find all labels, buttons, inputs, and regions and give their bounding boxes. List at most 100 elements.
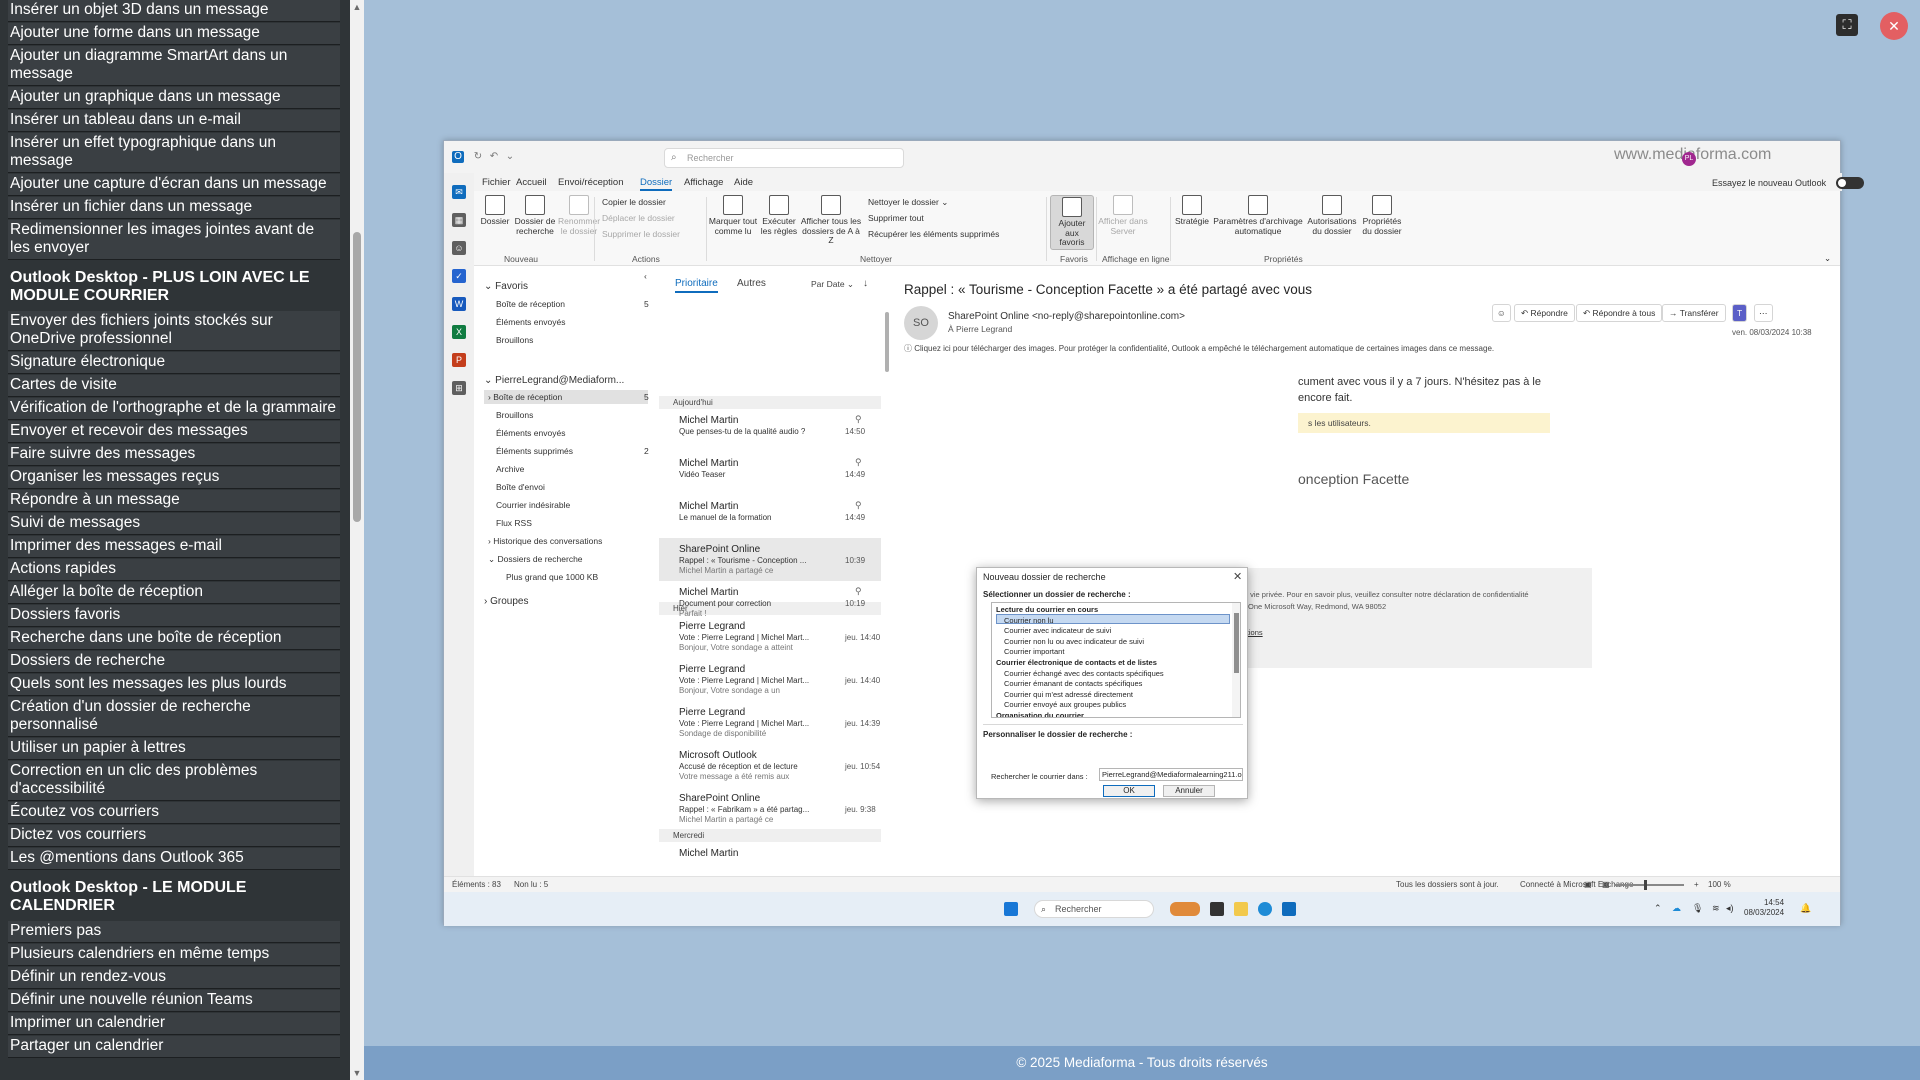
- message-item[interactable]: SharePoint Online Rappel : « Tourisme - C…: [659, 538, 881, 581]
- forward-button[interactable]: → Transférer: [1662, 304, 1726, 322]
- folder-properties-button[interactable]: Propriétés du dossier: [1360, 195, 1404, 236]
- course-link[interactable]: Ajouter un diagramme SmartArt dans un me…: [8, 46, 340, 86]
- sync-icon[interactable]: ↻: [472, 151, 484, 163]
- list-option[interactable]: Courrier envoyé aux groupes publics: [1004, 700, 1126, 709]
- taskbar-search[interactable]: ⌕ Rechercher: [1034, 900, 1154, 918]
- excel-icon[interactable]: X: [452, 325, 466, 339]
- undo-icon[interactable]: ↶: [488, 151, 500, 163]
- edge-icon[interactable]: [1258, 902, 1272, 916]
- favorites-header[interactable]: ⌄ Favoris: [484, 281, 528, 292]
- course-link[interactable]: Insérer un objet 3D dans un message: [8, 0, 340, 22]
- new-folder-button[interactable]: Dossier: [478, 195, 512, 227]
- course-link[interactable]: Ajouter une forme dans un message: [8, 23, 340, 45]
- teams-icon[interactable]: T: [1732, 304, 1748, 322]
- list-scrollbar[interactable]: [1232, 603, 1240, 717]
- course-link[interactable]: Suivi de messages: [8, 513, 340, 535]
- archive-settings-button[interactable]: Paramètres d'archivage automatique: [1212, 195, 1304, 236]
- scrollbar-thumb[interactable]: [885, 312, 889, 372]
- message-item[interactable]: Pierre Legrand Vote : Pierre Legrand | Mi…: [659, 615, 881, 658]
- message-item[interactable]: Pierre Legrand Vote : Pierre Legrand | Mi…: [659, 701, 881, 744]
- message-item[interactable]: Michel Martin Que penses-tu de la qualité…: [659, 409, 881, 452]
- course-link[interactable]: Actions rapides: [8, 559, 340, 581]
- add-to-favorites-button[interactable]: Ajouter aux favoris: [1050, 195, 1094, 250]
- course-link[interactable]: Utiliser un papier à lettres: [8, 738, 340, 760]
- list-option[interactable]: Courrier non lu: [1004, 616, 1054, 625]
- new-outlook-toggle[interactable]: [1836, 177, 1864, 189]
- date-group-header[interactable]: Aujourd'hui: [659, 396, 881, 409]
- volume-icon[interactable]: ◂): [1726, 903, 1734, 914]
- microphone-icon[interactable]: 🎙: [1692, 903, 1703, 914]
- list-option[interactable]: Courrier échangé avec des contacts spéci…: [1004, 669, 1164, 678]
- collapse-ribbon-icon[interactable]: ⌄: [1824, 253, 1831, 264]
- quick-access-icon[interactable]: ⌄: [504, 151, 516, 163]
- menu-affichage[interactable]: Affichage: [684, 177, 723, 188]
- sort-direction-icon[interactable]: ↓: [863, 278, 868, 289]
- date-group-header[interactable]: Mercredi: [659, 829, 881, 842]
- delete-all-button[interactable]: Supprimer tout: [868, 213, 924, 223]
- course-link[interactable]: Vérification de l'orthographe et de la g…: [8, 398, 340, 420]
- folder-item[interactable]: › Historique des conversations: [488, 536, 602, 546]
- sidebar-scrollbar[interactable]: ▲ ▼: [350, 0, 364, 1080]
- course-link[interactable]: Organiser les messages reçus: [8, 467, 340, 489]
- scroll-down-icon[interactable]: ▼: [352, 1068, 362, 1078]
- message-item[interactable]: Microsoft Outlook Accusé de réception et …: [659, 744, 881, 787]
- image-download-info[interactable]: ⓘ Cliquez ici pour télécharger des image…: [904, 343, 1494, 354]
- show-in-server-button[interactable]: Afficher dans Server: [1098, 195, 1148, 236]
- folder-item[interactable]: Boîte de réception: [496, 299, 565, 309]
- menu-envoi-reception[interactable]: Envoi/réception: [558, 177, 623, 188]
- course-link[interactable]: Dictez vos courriers: [8, 825, 340, 847]
- folder-item[interactable]: ⌄ Dossiers de recherche: [488, 554, 583, 565]
- folder-item[interactable]: Éléments envoyés: [496, 317, 565, 327]
- course-link[interactable]: Imprimer un calendrier: [8, 1013, 340, 1035]
- collapse-pane-icon[interactable]: ‹: [644, 271, 647, 281]
- tab-autres[interactable]: Autres: [737, 278, 766, 289]
- list-option[interactable]: Courrier qui m'est adressé directement: [1004, 690, 1133, 699]
- notification-bell-icon[interactable]: 🔔: [1800, 903, 1811, 914]
- reply-all-button[interactable]: ↶ Répondre à tous: [1576, 304, 1663, 322]
- close-video-icon[interactable]: ✕: [1880, 12, 1908, 40]
- avatar[interactable]: PL: [1682, 152, 1696, 166]
- calendar-icon[interactable]: ▦: [452, 213, 466, 227]
- message-item[interactable]: Michel Martin Le manuel de la formation 14…: [659, 495, 881, 538]
- course-link[interactable]: Recherche dans une boîte de réception: [8, 628, 340, 650]
- policy-button[interactable]: Stratégie: [1174, 195, 1210, 227]
- message-item[interactable]: Michel Martin Vidéo Teaser 14:49 ⚲: [659, 452, 881, 495]
- folder-item[interactable]: Éléments envoyés: [496, 428, 565, 438]
- course-link[interactable]: Insérer un fichier dans un message: [8, 197, 340, 219]
- list-option[interactable]: Courrier avec indicateur de suivi: [1004, 626, 1111, 635]
- reading-view-icon[interactable]: ▦: [1602, 880, 1610, 889]
- chevron-up-icon[interactable]: ⌃: [1654, 903, 1662, 914]
- course-link[interactable]: Les @mentions dans Outlook 365: [8, 848, 340, 870]
- course-link[interactable]: Définir un rendez-vous: [8, 967, 340, 989]
- course-link[interactable]: Création d'un dossier de recherche perso…: [8, 697, 340, 737]
- groups-header[interactable]: › Groupes: [484, 596, 528, 607]
- course-link[interactable]: Envoyer des fichiers joints stockés sur …: [8, 311, 340, 351]
- folder-item[interactable]: Éléments supprimés: [496, 446, 573, 456]
- apps-icon[interactable]: ⊞: [452, 381, 466, 395]
- folder-item-inbox[interactable]: › Boîte de réception: [488, 392, 562, 402]
- course-link[interactable]: Redimensionner les images jointes avant …: [8, 220, 340, 260]
- todo-icon[interactable]: ✓: [452, 269, 466, 283]
- menu-aide[interactable]: Aide: [734, 177, 753, 188]
- ok-button[interactable]: OK: [1103, 785, 1155, 797]
- course-link[interactable]: Dossiers favoris: [8, 605, 340, 627]
- list-option[interactable]: Courrier important: [1004, 647, 1064, 656]
- folder-item[interactable]: Archive: [496, 464, 524, 474]
- menu-dossier[interactable]: Dossier: [640, 177, 673, 191]
- mark-all-read-button[interactable]: Marquer tout comme lu: [708, 195, 758, 236]
- folder-item[interactable]: Brouillons: [496, 410, 533, 420]
- zoom-in-icon[interactable]: +: [1694, 880, 1699, 889]
- task-view-icon[interactable]: [1210, 902, 1224, 916]
- wifi-icon[interactable]: ≋: [1712, 903, 1720, 914]
- course-link[interactable]: Répondre à un message: [8, 490, 340, 512]
- course-link[interactable]: Envoyer et recevoir des messages: [8, 421, 340, 443]
- copy-folder-button[interactable]: Copier le dossier: [602, 197, 666, 207]
- tab-prioritaire[interactable]: Prioritaire: [675, 278, 718, 293]
- course-link[interactable]: Imprimer des messages e-mail: [8, 536, 340, 558]
- onedrive-icon[interactable]: ☁: [1672, 903, 1681, 914]
- course-link[interactable]: Premiers pas: [8, 921, 340, 943]
- course-link[interactable]: Quels sont les messages les plus lourds: [8, 674, 340, 696]
- course-link[interactable]: Alléger la boîte de réception: [8, 582, 340, 604]
- run-rules-button[interactable]: Exécuter les règles: [760, 195, 798, 236]
- folder-permissions-button[interactable]: Autorisations du dossier: [1306, 195, 1358, 236]
